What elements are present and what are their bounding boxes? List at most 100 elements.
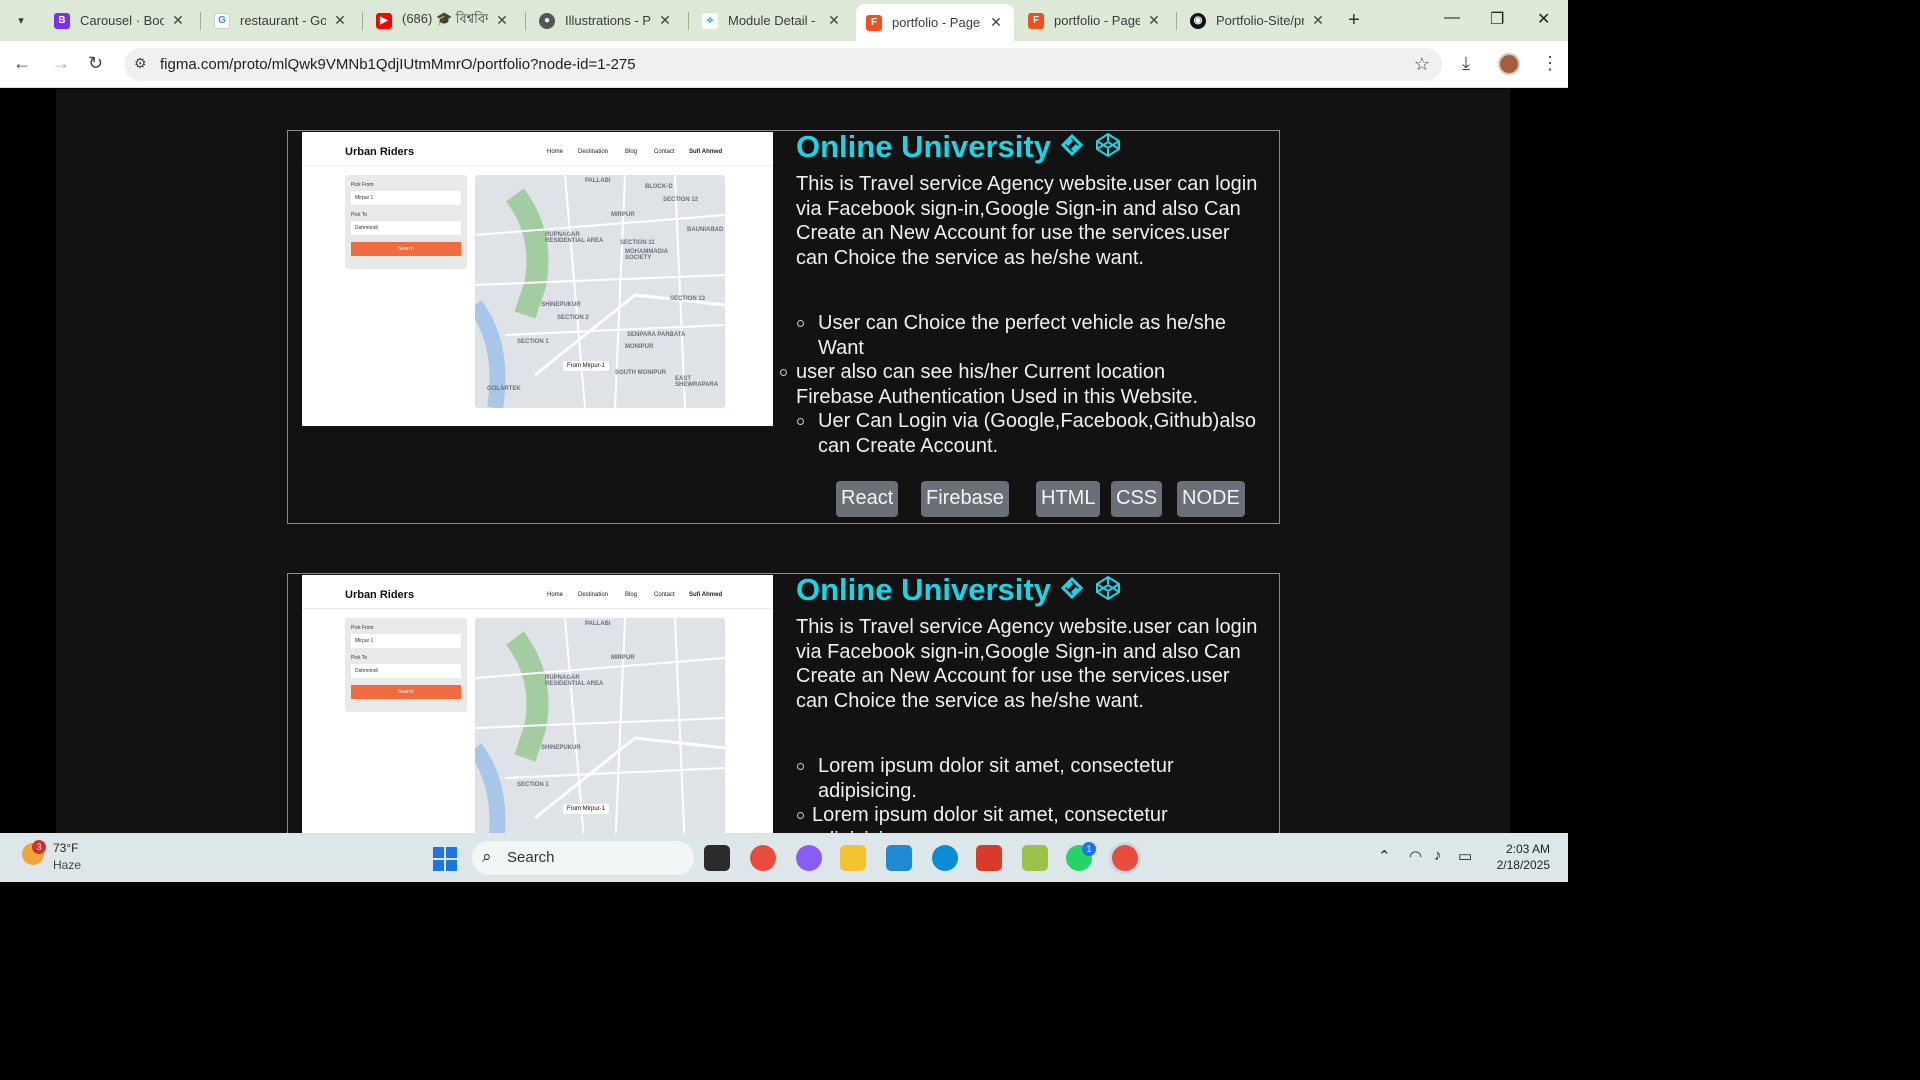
shot-nav-item: Home (547, 592, 564, 598)
copilot-icon[interactable] (796, 845, 822, 871)
task-view-icon[interactable] (704, 845, 730, 871)
shot-search-button: Search (351, 685, 461, 699)
project-screenshot: Urban Riders Home Destination Blog Conta… (302, 575, 773, 833)
pick-to-label: Pick To (351, 212, 368, 218)
figma-icon: F (866, 14, 882, 31)
close-icon[interactable]: ✕ (826, 12, 842, 29)
tab-divider (688, 12, 689, 30)
tech-chip-css[interactable]: CSS (1111, 481, 1163, 517)
battery-icon[interactable]: ▭ (1458, 847, 1472, 865)
project-card: Urban Riders Home Destination Blog Conta… (287, 129, 1281, 524)
shot-nav-item: Home (547, 149, 564, 155)
codepen-icon[interactable] (1095, 132, 1121, 158)
taskbar-search[interactable]: ⌕ Search (472, 841, 694, 875)
avatar[interactable] (1498, 53, 1520, 75)
shot-booking-form: Pick From Mirpur 1 Pick To Dahmondi Sear… (345, 618, 467, 712)
back-icon[interactable]: ← (13, 53, 31, 74)
close-icon[interactable]: ✕ (1310, 12, 1326, 29)
volume-icon[interactable]: ♪ (1434, 847, 1442, 864)
app-badge: 1 (1082, 842, 1096, 856)
tab-portfolio-active[interactable]: F portfolio - Page ✕ (856, 4, 1014, 41)
tech-chip-node[interactable]: NODE (1177, 481, 1245, 517)
close-icon[interactable]: ✕ (332, 12, 348, 29)
photos-icon[interactable] (1022, 845, 1048, 871)
github-icon: ◉ (1190, 12, 1206, 29)
weather-badge: 3 (32, 840, 46, 854)
reload-icon[interactable]: ↻ (88, 53, 103, 74)
list-item: User can Choice the perfect vehicle as h… (796, 311, 1281, 360)
shot-nav-item: Destination (578, 149, 609, 155)
page-viewport: Urban Riders Home Destination Blog Conta… (0, 89, 1568, 833)
temperature[interactable]: 73°F (53, 841, 78, 855)
codepen-icon[interactable] (1095, 575, 1121, 601)
file-explorer-icon[interactable] (840, 845, 866, 871)
sketch-icon[interactable] (1059, 576, 1085, 602)
shot-nav-item: Blog (625, 149, 638, 155)
close-icon[interactable]: ✕ (1146, 12, 1162, 29)
tab-bootstrap[interactable]: B Carousel · Bootst ✕ (44, 5, 196, 36)
bootstrap-icon: B (54, 12, 70, 29)
divider (302, 165, 773, 166)
shot-nav-item: Sufi Ahmed (689, 592, 723, 598)
tab-portfolio[interactable]: F portfolio - Page ✕ (1018, 5, 1172, 36)
pick-from-label: Pick From (351, 625, 374, 631)
shot-logo: Urban Riders (345, 589, 415, 601)
portfolio-page: Urban Riders Home Destination Blog Conta… (56, 89, 1510, 833)
date: 2/18/2025 (1496, 858, 1550, 872)
forward-icon[interactable]: → (52, 53, 70, 74)
shot-nav-item: Contact (654, 592, 675, 598)
close-icon[interactable]: ✕ (170, 12, 186, 29)
bullet-icon (780, 369, 787, 376)
windows-taskbar: 3 73°F Haze ⌕ Search 1 ⌃ ◠ ♪ ▭ 2:03 AM 2… (0, 833, 1568, 882)
pick-to-label: Pick To (351, 655, 368, 661)
tab-divider (362, 12, 363, 30)
tab-restaurant[interactable]: G restaurant - Goo ✕ (204, 5, 358, 36)
edge-icon[interactable] (932, 845, 958, 871)
chevron-up-icon[interactable]: ⌃ (1378, 847, 1391, 865)
shot-nav-item: Contact (654, 149, 675, 155)
close-icon[interactable]: ✕ (657, 12, 673, 29)
map-from-label: From Mirpur-1 (563, 361, 610, 371)
minimize-icon[interactable]: — (1444, 9, 1460, 27)
restore-icon[interactable]: ❐ (1490, 9, 1504, 29)
window-close-icon[interactable]: ✕ (1537, 9, 1550, 29)
list-item: user also can see his/her Current locati… (780, 360, 1281, 385)
tab-search-menu-icon[interactable]: ▾ (8, 8, 34, 32)
download-icon[interactable]: ⤓ (1462, 53, 1470, 74)
tab-youtube[interactable]: ▶ (686) 🎓 বিশ্ববিদ ✕ (366, 5, 520, 36)
site-settings-icon[interactable]: ⚙ (134, 55, 147, 72)
pick-from-field: Mirpur 1 (351, 634, 461, 648)
youtube-icon: ▶ (376, 12, 392, 29)
tab-illustrations[interactable]: ● Illustrations - Pa ✕ (529, 5, 683, 36)
close-icon[interactable]: ✕ (494, 12, 510, 29)
tech-chip-html[interactable]: HTML (1036, 481, 1101, 517)
chrome-icon[interactable] (750, 845, 776, 871)
new-tab-icon[interactable]: + (1348, 9, 1360, 32)
bullet-icon (797, 320, 804, 327)
windows-start-icon[interactable] (433, 847, 457, 871)
map-image: PALLABI BLOCK-D SECTION 12 MIRPUR BAUNIA… (475, 175, 725, 408)
url-text[interactable]: figma.com/proto/mlQwk9VMNb1QdjIUtmMmrO/p… (160, 56, 636, 73)
close-icon[interactable]: ✕ (988, 14, 1004, 31)
shot-nav-item: Destination (578, 592, 609, 598)
clock[interactable]: 2:03 AM 2/18/2025 (1492, 841, 1550, 873)
office-icon[interactable] (976, 845, 1002, 871)
pick-to-field: Dahmondi (351, 221, 461, 235)
project-title: Online University (796, 129, 1051, 164)
menu-dots-icon[interactable]: ⋮ (1541, 53, 1559, 74)
tab-github[interactable]: ◉ Portfolio-Site/pr ✕ (1180, 5, 1336, 36)
shot-logo: Urban Riders (345, 146, 415, 158)
wifi-icon[interactable]: ◠ (1409, 847, 1422, 865)
chrome-active-icon[interactable] (1112, 845, 1138, 871)
feature-list: User can Choice the perfect vehicle as h… (780, 311, 1281, 458)
shot-nav-item: Blog (625, 592, 638, 598)
bookmark-star-icon[interactable]: ☆ (1414, 54, 1430, 75)
vscode-icon[interactable] (886, 845, 912, 871)
tech-chip-firebase[interactable]: Firebase (921, 481, 1009, 517)
address-bar[interactable]: ⚙ figma.com/proto/mlQwk9VMNb1QdjIUtmMmrO… (124, 48, 1442, 81)
sketch-icon[interactable] (1059, 133, 1085, 159)
weather-condition[interactable]: Haze (53, 858, 81, 872)
tab-module-detail[interactable]: ⟡ Module Detail - I ✕ (692, 5, 852, 36)
tech-chip-react[interactable]: React (836, 481, 899, 517)
browser-toolbar: ← → ↻ ⚙ figma.com/proto/mlQwk9VMNb1QdjIU… (0, 41, 1568, 88)
